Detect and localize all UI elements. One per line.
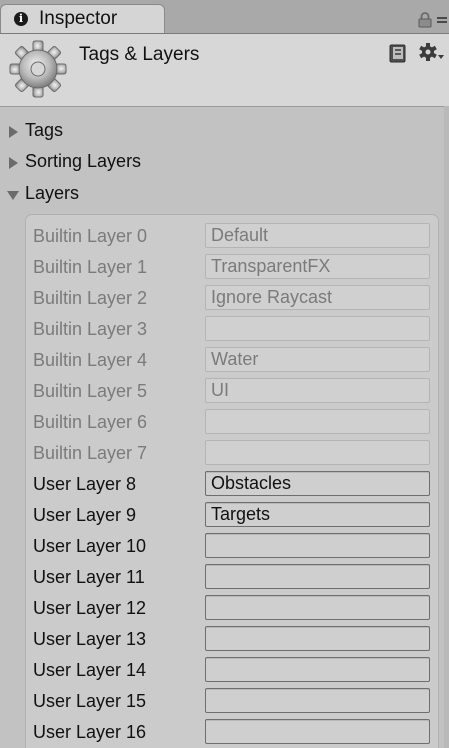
layer-row: User Layer 10: [26, 530, 438, 561]
info-icon: i: [14, 12, 28, 26]
layer-name-input[interactable]: [205, 657, 430, 682]
layer-row: Builtin Layer 7: [26, 437, 438, 468]
settings-gear-icon[interactable]: [417, 42, 445, 64]
layer-label: Builtin Layer 6: [33, 412, 148, 432]
layer-name-input[interactable]: [205, 688, 430, 713]
layer-label: User Layer 16: [33, 722, 147, 742]
layer-row: Builtin Layer 6: [26, 406, 438, 437]
triangle-right-icon: [9, 157, 18, 169]
layer-name-field: Default: [205, 223, 430, 248]
layer-name-field: [205, 409, 430, 434]
page-title: Tags & Layers: [79, 44, 200, 65]
layer-row: User Layer 13: [26, 623, 438, 654]
layer-name-field: [205, 316, 430, 341]
tab-bar: i Inspector: [0, 0, 449, 34]
layer-label: User Layer 15: [33, 691, 147, 711]
asset-header: Tags & Layers: [0, 34, 449, 107]
tab-label: Inspector: [39, 8, 118, 29]
layer-name-field: UI: [205, 378, 430, 403]
layer-name-input[interactable]: [205, 533, 430, 558]
layer-row: User Layer 14: [26, 654, 438, 685]
foldout-layers[interactable]: Layers: [6, 183, 96, 207]
layer-label: Builtin Layer 3: [33, 319, 148, 339]
layer-name-field: Ignore Raycast: [205, 285, 430, 310]
layer-name-input[interactable]: Obstacles: [205, 471, 430, 496]
foldout-label: Tags: [25, 120, 64, 140]
tab-inspector[interactable]: i Inspector: [0, 4, 165, 33]
gear-icon: [9, 40, 67, 98]
layer-name-field: [205, 440, 430, 465]
layer-label: User Layer 11: [33, 567, 145, 587]
layer-label: Builtin Layer 0: [33, 226, 148, 246]
menu-dots-icon[interactable]: [436, 16, 448, 26]
layer-label: Builtin Layer 5: [33, 381, 148, 401]
layer-row: Builtin Layer 1 TransparentFX: [26, 251, 438, 282]
layer-label: User Layer 13: [33, 629, 147, 649]
layer-label: User Layer 12: [33, 598, 147, 618]
layer-row: Builtin Layer 3: [26, 313, 438, 344]
layer-label: Builtin Layer 4: [33, 350, 148, 370]
help-book-icon[interactable]: [388, 44, 407, 63]
layer-row: Builtin Layer 0 Default: [26, 220, 438, 251]
layer-row: User Layer 15: [26, 685, 438, 716]
layer-name-input[interactable]: [205, 719, 430, 744]
layer-row: User Layer 16: [26, 716, 438, 747]
layer-row: Builtin Layer 2 Ignore Raycast: [26, 282, 438, 313]
foldout-label: Layers: [25, 183, 80, 203]
layer-name-input[interactable]: [205, 595, 430, 620]
layer-label: Builtin Layer 7: [33, 443, 148, 463]
layer-row: User Layer 11: [26, 561, 438, 592]
layer-label: User Layer 8: [33, 474, 137, 494]
lock-icon[interactable]: [418, 12, 432, 28]
layer-label: Builtin Layer 2: [33, 288, 148, 308]
layers-list: Builtin Layer 0 Default Builtin Layer 1 …: [25, 214, 439, 748]
layer-name-input[interactable]: [205, 564, 430, 589]
layer-name-field: TransparentFX: [205, 254, 430, 279]
layer-row: User Layer 9 Targets: [26, 499, 438, 530]
scrollbar[interactable]: [444, 106, 449, 748]
layer-label: User Layer 14: [33, 660, 147, 680]
layer-name-input[interactable]: Targets: [205, 502, 430, 527]
triangle-right-icon: [9, 126, 18, 138]
layer-label: User Layer 9: [33, 505, 137, 525]
layer-row: User Layer 8 Obstacles: [26, 468, 438, 499]
layer-name-field: Water: [205, 347, 430, 372]
layer-row: Builtin Layer 4 Water: [26, 344, 438, 375]
layer-label: User Layer 10: [33, 536, 147, 556]
layer-name-input[interactable]: [205, 626, 430, 651]
foldout-label: Sorting Layers: [25, 151, 142, 171]
layer-row: Builtin Layer 5 UI: [26, 375, 438, 406]
layer-label: Builtin Layer 1: [33, 257, 148, 277]
foldout-sorting-layers[interactable]: Sorting Layers: [6, 151, 166, 175]
triangle-down-icon: [7, 191, 19, 200]
inspector-window: i Inspector Tags & Layers Tags Sorting L…: [0, 0, 449, 748]
foldout-tags[interactable]: Tags: [6, 120, 86, 144]
layer-row: User Layer 12: [26, 592, 438, 623]
